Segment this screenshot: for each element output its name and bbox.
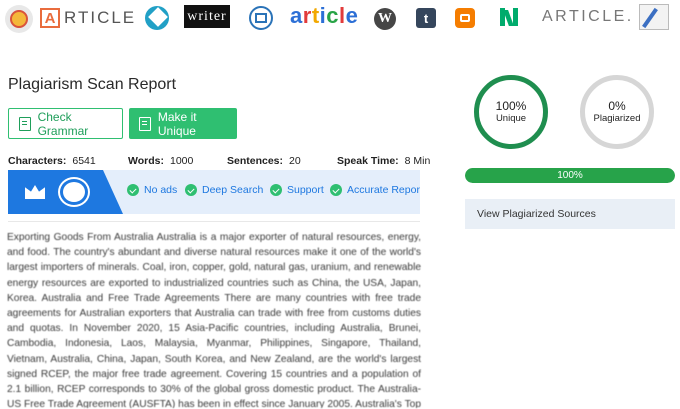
logo-strip: A RTICLE writer article W t ARTICLE. [0, 0, 680, 36]
article-logo-2[interactable]: article [290, 3, 358, 29]
unique-label: Unique [495, 113, 527, 124]
check-circle-icon [127, 184, 139, 196]
check-grammar-button[interactable]: Check Grammar [8, 108, 123, 139]
article-a-icon: A [40, 8, 60, 28]
feature-no-ads: No ads [127, 184, 177, 196]
grammar-doc-icon [19, 116, 31, 131]
unique-score-ring: 100% Unique [474, 75, 548, 149]
scanned-text: Exporting Goods From Australia Australia… [7, 232, 421, 408]
check-circle-icon [185, 184, 197, 196]
feature-accurate-reports: Accurate Reports [330, 184, 420, 196]
stat-words: Words: 1000 [128, 155, 194, 167]
page-title: Plagiarism Scan Report [8, 76, 177, 93]
make-unique-button[interactable]: Make it Unique [129, 108, 237, 139]
stat-characters: Characters: 6541 [8, 155, 96, 167]
writer-logo[interactable]: writer [184, 5, 230, 28]
plagiarized-label: Plagiarized [593, 113, 641, 124]
make-unique-label: Make it Unique [157, 109, 197, 138]
plagiarized-score-ring: 0% Plagiarized [580, 75, 654, 149]
notepad-pen-logo-icon[interactable] [639, 4, 669, 30]
stat-speak-time: Speak Time: 8 Min [337, 155, 431, 167]
medium-logo-icon[interactable] [500, 8, 520, 26]
article-logo-3[interactable]: ARTICLE. [542, 8, 634, 26]
check-circle-icon [270, 184, 282, 196]
tumblr-logo-icon[interactable]: t [416, 8, 436, 28]
plagiarized-percent: 0% [608, 99, 626, 113]
progress-text: 100% [557, 170, 583, 181]
rewrite-doc-icon [139, 116, 151, 131]
check-grammar-label: Check Grammar [37, 109, 89, 138]
feature-support: Support [270, 184, 324, 196]
folded-paper-logo-icon[interactable] [145, 6, 169, 30]
divider [8, 221, 420, 222]
premium-feature-banner: No ads Deep Search Support Accurate Repo… [8, 170, 420, 214]
wordpress-logo-icon[interactable]: W [374, 8, 396, 30]
blogger-logo-icon[interactable] [455, 8, 475, 28]
crown-icon [25, 185, 45, 199]
document-circle-logo-icon[interactable] [249, 6, 273, 30]
feature-deep-search: Deep Search [185, 184, 263, 196]
magnifier-logo-icon[interactable] [5, 5, 33, 33]
view-plagiarized-sources-button[interactable]: View Plagiarized Sources [465, 199, 675, 229]
premium-toggle[interactable] [60, 179, 88, 205]
stat-sentences: Sentences: 20 [227, 155, 301, 167]
check-circle-icon [330, 184, 342, 196]
article-logo-1[interactable]: A RTICLE [40, 6, 136, 30]
unique-percent: 100% [495, 99, 527, 113]
article-logo-1-text: RTICLE [64, 8, 137, 27]
uniqueness-progress-bar: 100% [465, 168, 675, 183]
